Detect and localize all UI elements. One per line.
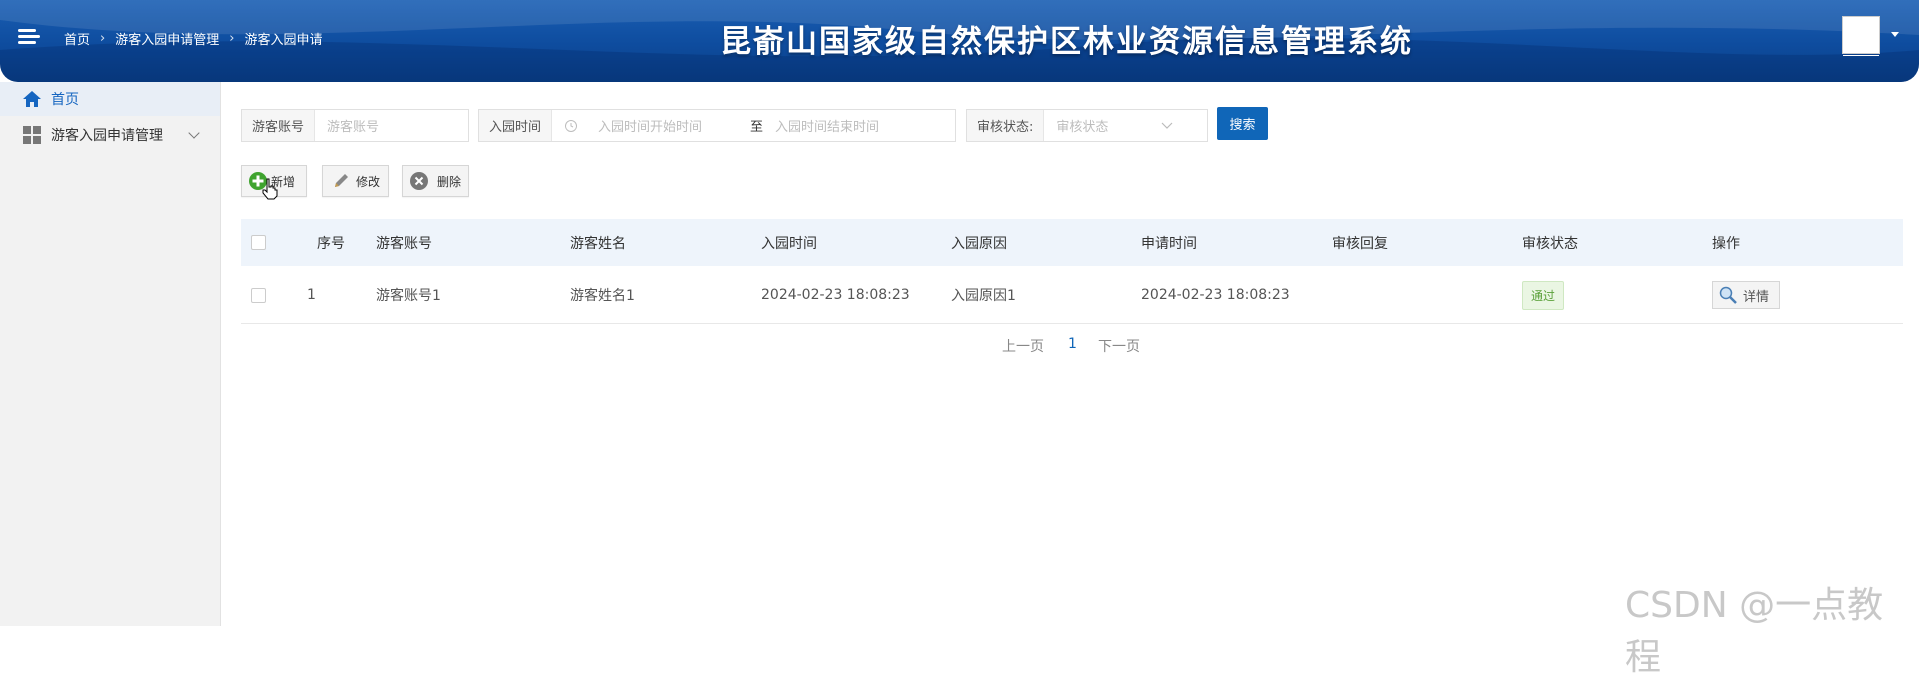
account-search-field: 游客账号 游客账号 <box>241 109 469 142</box>
status-filter-field: 审核状态: 审核状态 <box>966 109 1208 142</box>
column-header: 申请时间 <box>1141 235 1197 252</box>
column-header: 游客姓名 <box>570 235 626 252</box>
sidebar-item-label: 首页 <box>51 92 79 108</box>
sidebar-item-label: 游客入园申请管理 <box>51 128 163 144</box>
sidebar: 首页 游客入园申请管理 <box>0 82 221 626</box>
avatar-divider <box>1878 20 1879 50</box>
detail-button[interactable]: 详情 <box>1712 281 1780 309</box>
chevron-down-icon[interactable] <box>1161 122 1173 130</box>
avatar-underline <box>1843 55 1879 56</box>
cell-index: 1 <box>307 287 316 303</box>
sidebar-item-visitor-mgmt[interactable]: 游客入园申请管理 <box>0 118 220 152</box>
column-header: 审核状态 <box>1522 235 1578 252</box>
account-label: 游客账号 <box>242 110 316 141</box>
close-circle-icon <box>410 172 428 190</box>
magnifier-icon <box>1719 286 1737 304</box>
detail-label: 详情 <box>1743 289 1770 305</box>
hand-cursor-icon <box>262 178 278 200</box>
grid-icon <box>23 126 41 144</box>
column-header: 操作 <box>1712 235 1740 252</box>
select-all-checkbox[interactable] <box>251 219 266 266</box>
column-header: 审核回复 <box>1332 235 1388 252</box>
status-badge: 通过 <box>1522 280 1565 310</box>
avatar[interactable] <box>1842 16 1880 54</box>
entry-time-range-field: 入园时间 入园时间开始时间 至 入园时间结束时间 <box>478 109 956 142</box>
column-header: 入园时间 <box>761 235 817 252</box>
edit-button[interactable]: 修改 <box>322 165 389 197</box>
clock-icon <box>565 119 578 132</box>
entry-time-end-input[interactable]: 入园时间结束时间 <box>763 116 879 135</box>
table-header: 序号 游客账号 游客姓名 入园时间 入园原因 申请时间 审核回复 审核状态 操作 <box>241 219 1903 266</box>
cell-reason: 入园原因1 <box>951 288 1016 304</box>
column-header: 入园原因 <box>951 235 1007 252</box>
cell-apply-time: 2024-02-23 18:08:23 <box>1141 287 1290 303</box>
prev-page-link[interactable]: 上一页 <box>1002 336 1044 356</box>
sidebar-item-home[interactable]: 首页 <box>0 82 220 116</box>
menu-toggle-icon[interactable] <box>18 26 42 50</box>
entry-time-start-input[interactable]: 入园时间开始时间 <box>578 116 728 135</box>
range-separator: 至 <box>750 120 764 135</box>
column-header: 游客账号 <box>376 235 432 252</box>
delete-label: 删除 <box>437 174 462 189</box>
action-cell: 详情 <box>1712 267 1780 323</box>
cell-account: 游客账号1 <box>376 288 441 304</box>
chevron-right-icon: › <box>100 31 106 46</box>
status-label: 审核状态: <box>967 110 1045 141</box>
watermark: CSDN @一点教程 <box>1625 585 1884 678</box>
edit-label: 修改 <box>356 174 381 189</box>
delete-button[interactable]: 删除 <box>402 165 469 197</box>
cell-entry-time: 2024-02-23 18:08:23 <box>761 287 910 303</box>
entry-time-label: 入园时间 <box>479 110 553 141</box>
chevron-right-icon: › <box>229 31 235 46</box>
system-title: 昆嵛山国家级自然保护区林业资源信息管理系统 <box>720 24 1413 60</box>
home-icon <box>23 91 41 107</box>
column-header: 序号 <box>317 235 345 252</box>
chevron-down-icon <box>188 127 200 139</box>
next-page-link[interactable]: 下一页 <box>1098 336 1140 356</box>
breadcrumb-home[interactable]: 首页 <box>64 29 90 48</box>
status-select[interactable]: 审核状态 <box>1044 116 1161 135</box>
caret-down-icon[interactable] <box>1891 32 1899 37</box>
top-header: 首页 › 游客入园申请管理 › 游客入园申请 昆嵛山国家级自然保护区林业资源信息… <box>0 0 1919 82</box>
pencil-icon <box>335 174 348 187</box>
row-checkbox[interactable] <box>251 267 266 323</box>
status-cell: 通过 <box>1522 267 1565 323</box>
breadcrumb-mgmt[interactable]: 游客入园申请管理 <box>115 29 219 48</box>
breadcrumb: 首页 › 游客入园申请管理 › 游客入园申请 <box>64 29 322 48</box>
page-number-current[interactable]: 1 <box>1068 336 1077 352</box>
account-input[interactable]: 游客账号 <box>315 116 379 135</box>
breadcrumb-current: 游客入园申请 <box>244 33 323 48</box>
table-row: 1 游客账号1 游客姓名1 2024-02-23 18:08:23 入园原因1 … <box>241 267 1903 324</box>
search-button[interactable]: 搜索 <box>1217 107 1268 140</box>
cell-name: 游客姓名1 <box>570 288 635 304</box>
